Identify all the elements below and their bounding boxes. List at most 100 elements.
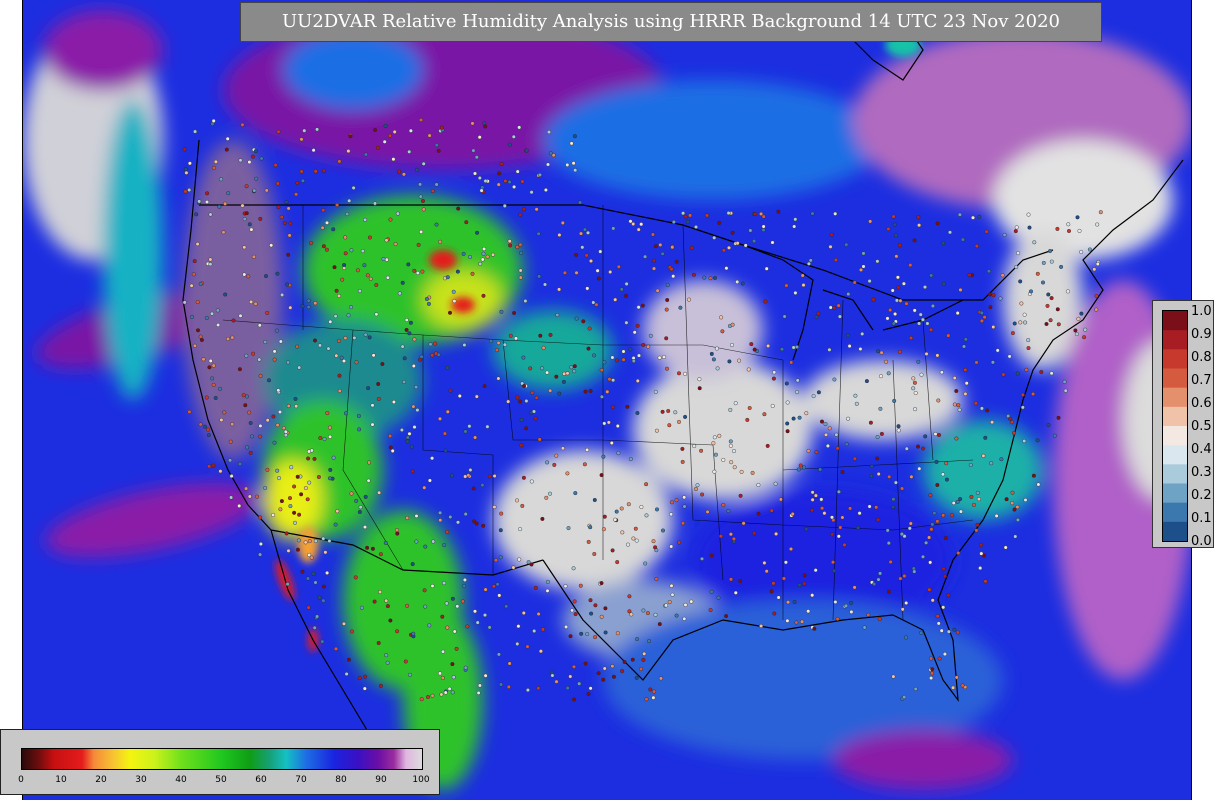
station-dot [462, 577, 467, 582]
station-dot [825, 443, 830, 448]
station-dot [983, 435, 988, 440]
station-dot [229, 495, 234, 500]
station-dot [334, 646, 339, 651]
station-dot [402, 356, 407, 361]
station-dot [182, 147, 187, 152]
rh-color-ramp [21, 748, 423, 770]
station-dot [363, 332, 368, 337]
station-dot [792, 224, 797, 229]
station-dot [732, 449, 737, 454]
station-dot [507, 179, 512, 184]
station-dot [1074, 332, 1079, 337]
station-dot [207, 464, 212, 469]
station-dot [728, 532, 733, 537]
station-dot [727, 245, 732, 250]
station-dot [222, 410, 227, 415]
station-dot [791, 416, 796, 421]
station-dot [273, 163, 278, 168]
station-dot [1015, 371, 1020, 376]
station-dot [598, 249, 603, 254]
station-dot [747, 406, 752, 411]
station-dot [827, 347, 832, 352]
station-dot [579, 631, 584, 636]
station-dot [546, 162, 551, 167]
station-dot [378, 683, 383, 688]
station-dot [644, 697, 649, 702]
station-dot [299, 492, 304, 497]
station-dot [213, 159, 218, 164]
station-dot [806, 448, 811, 453]
station-dot [912, 380, 917, 385]
rh-colorbar-label: 60 [255, 775, 267, 785]
station-dot [342, 359, 347, 364]
station-dot [828, 244, 833, 249]
station-dot [613, 297, 618, 302]
station-dot [288, 496, 293, 501]
station-dot [495, 582, 500, 587]
station-dot [288, 504, 293, 509]
station-dot [801, 283, 806, 288]
station-dot [872, 582, 877, 587]
station-dot [572, 369, 577, 374]
station-dot [517, 557, 522, 562]
station-dot [824, 432, 829, 437]
station-dot [1001, 372, 1006, 377]
station-dot [547, 130, 552, 135]
station-dot [441, 649, 446, 654]
station-dot [955, 311, 960, 316]
station-dot [279, 215, 284, 220]
station-dot [303, 540, 308, 545]
station-dot [292, 510, 297, 515]
station-dot [929, 273, 934, 278]
station-dot [211, 363, 216, 368]
station-dot [789, 360, 794, 365]
station-dot [333, 314, 338, 319]
station-dot [473, 435, 478, 440]
station-dot [1020, 392, 1025, 397]
station-dot [902, 574, 907, 579]
station-dot [393, 242, 398, 247]
station-dot [354, 360, 359, 365]
station-dot [198, 422, 203, 427]
station-dot [462, 343, 467, 348]
station-dot [831, 560, 836, 565]
station-dot [756, 511, 761, 516]
station-dot [810, 497, 815, 502]
station-dot [898, 576, 903, 581]
station-dot [756, 483, 761, 488]
station-dot [406, 262, 411, 267]
station-dot [762, 560, 767, 565]
station-dot [655, 288, 660, 293]
station-dot [946, 629, 951, 634]
station-dot [574, 252, 579, 257]
rh-colorbar-label: 80 [335, 775, 347, 785]
station-dot [975, 522, 980, 527]
station-dot [344, 672, 349, 677]
station-dot [508, 333, 513, 338]
station-dot [791, 345, 796, 350]
station-dot [568, 674, 573, 679]
station-dot [602, 421, 607, 426]
station-dot [816, 311, 821, 316]
station-dot [635, 411, 640, 416]
station-dot [610, 405, 615, 410]
station-dot [428, 342, 433, 347]
station-dot [463, 429, 468, 434]
station-dot [814, 315, 819, 320]
station-dot [802, 573, 807, 578]
station-dot [316, 475, 321, 480]
station-dot [615, 631, 620, 636]
station-dot [445, 529, 450, 534]
station-dot [793, 217, 798, 222]
station-dot [963, 367, 968, 372]
station-dot [217, 204, 222, 209]
station-dot [891, 214, 896, 219]
station-dot [463, 512, 468, 517]
station-dot [278, 339, 283, 344]
station-dot [670, 592, 675, 597]
station-dot [237, 503, 242, 508]
station-dot [621, 357, 626, 362]
station-dot [349, 629, 354, 634]
rh-map-svg [23, 0, 1191, 800]
station-dot [300, 304, 305, 309]
